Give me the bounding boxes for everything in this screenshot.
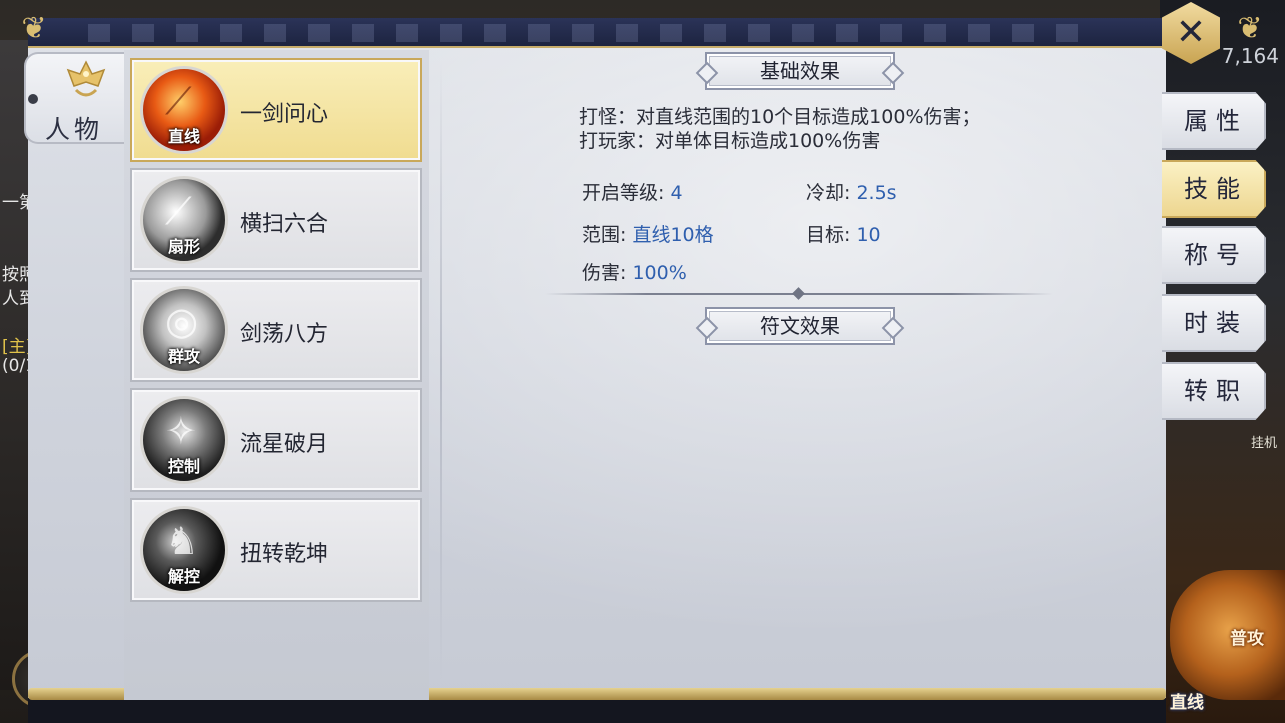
- stat-value: 2.5s: [856, 182, 897, 204]
- stat-value: 4: [670, 182, 683, 204]
- skill-tag: 解控: [167, 567, 200, 586]
- sweep-icon: ⟋ 扇形: [140, 176, 228, 264]
- whirlwind-icon: ◎ 群攻: [140, 286, 228, 374]
- stat-unlock-level: 开启等级: 4: [582, 178, 683, 205]
- corner-ornament-icon: ❦: [21, 11, 47, 46]
- selection-dot: [28, 94, 38, 104]
- auto-battle-label[interactable]: 挂机: [1251, 432, 1277, 451]
- close-icon: ✕: [1175, 12, 1207, 53]
- effect-desc-player: 打玩家：对单体目标造成100%伤害: [579, 130, 881, 152]
- stat-value: 10: [856, 224, 881, 246]
- skill-tag: 直线: [167, 127, 200, 146]
- skill-tag: 群攻: [167, 347, 200, 366]
- stat-damage: 伤害: 100%: [582, 258, 687, 285]
- tab-skills[interactable]: 技能: [1162, 160, 1266, 218]
- skill-name: 横扫六合: [240, 212, 329, 237]
- skill-tag: 控制: [167, 457, 200, 476]
- panel-top-bar: [28, 18, 1166, 48]
- attack-label: 普攻: [1230, 629, 1264, 649]
- crown-emblem-icon: [66, 60, 106, 97]
- sword-slash-icon: ⟋ 直线: [140, 66, 228, 154]
- stat-value: 直线10格: [632, 224, 714, 246]
- skill-shortcut-label: 直线: [1170, 693, 1204, 713]
- stat-key: 伤害:: [582, 262, 627, 284]
- effect-desc-monster: 打怪：对直线范围的10个目标造成100%伤害；: [579, 106, 981, 128]
- column-divider: [440, 60, 442, 680]
- skill-name: 扭转乾坤: [240, 542, 329, 567]
- stat-range: 范围: 直线10格: [582, 220, 714, 247]
- corner-ornament-icon: ❦: [1237, 11, 1263, 46]
- stat-key: 目标:: [806, 224, 851, 246]
- stat-cooldown: 冷却: 2.5s: [806, 178, 897, 205]
- skill-name: 流星破月: [240, 432, 329, 457]
- tab-character[interactable]: 人物: [24, 52, 124, 144]
- tab-attributes[interactable]: 属性: [1162, 92, 1266, 150]
- skill-item-1[interactable]: ⟋ 直线 一剑问心: [130, 58, 422, 162]
- warrior-silhouette-icon: ♞ 解控: [140, 506, 228, 594]
- attack-button[interactable]: [1170, 570, 1285, 700]
- stat-key: 开启等级:: [582, 182, 665, 204]
- skill-item-3[interactable]: ◎ 群攻 剑荡八方: [130, 278, 422, 382]
- skill-name: 一剑问心: [240, 102, 329, 127]
- tab-fashion[interactable]: 时装: [1162, 294, 1266, 352]
- tab-character-label: 人物: [44, 115, 103, 144]
- stat-key: 范围:: [582, 224, 627, 246]
- meteor-icon: ✧ 控制: [140, 396, 228, 484]
- stat-value: 100%: [632, 262, 687, 284]
- skill-item-2[interactable]: ⟋ 扇形 横扫六合: [130, 168, 422, 272]
- skill-item-5[interactable]: ♞ 解控 扭转乾坤: [130, 498, 422, 602]
- skill-name: 剑荡八方: [240, 322, 329, 347]
- tab-titles[interactable]: 称号: [1162, 226, 1266, 284]
- cloud-pattern: [88, 24, 1086, 42]
- currency-count: 7,164: [1221, 44, 1279, 68]
- bottom-dark-strip: [28, 698, 1166, 723]
- skill-tag: 扇形: [167, 237, 200, 256]
- rune-effect-header: 符文效果: [705, 307, 895, 345]
- basic-effect-header: 基础效果: [705, 52, 895, 90]
- skill-item-4[interactable]: ✧ 控制 流星破月: [130, 388, 422, 492]
- stat-key: 冷却:: [806, 182, 851, 204]
- stat-target: 目标: 10: [806, 220, 881, 247]
- tab-job-change[interactable]: 转职: [1162, 362, 1266, 420]
